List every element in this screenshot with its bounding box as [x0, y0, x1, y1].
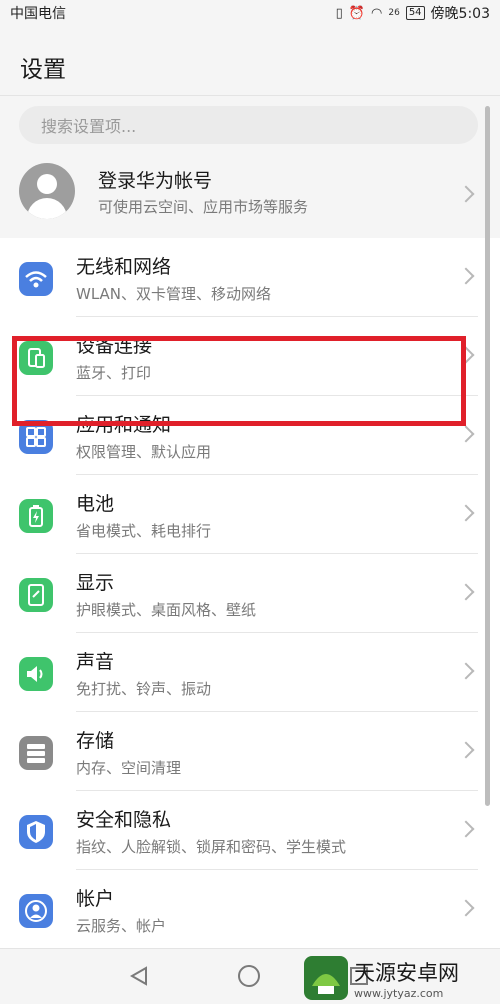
settings-item-sound[interactable]: 声音 免打扰、铃声、振动 — [0, 633, 500, 712]
chevron-right-icon — [457, 185, 475, 203]
wifi-status-icon: ◠ — [371, 5, 383, 21]
apps-icon — [19, 420, 53, 454]
item-title: 安全和隐私 — [76, 809, 172, 831]
display-icon — [19, 578, 53, 612]
account-title: 登录华为帐号 — [98, 170, 213, 192]
watermark-logo-icon — [304, 956, 348, 1000]
avatar — [19, 163, 75, 219]
item-title: 无线和网络 — [76, 256, 172, 278]
chevron-right-icon — [457, 267, 475, 285]
alarm-icon: ⏰ — [348, 5, 366, 21]
item-title: 声音 — [76, 651, 115, 673]
header: 设置 — [0, 26, 500, 96]
settings-item-display[interactable]: 显示 护眼模式、桌面风格、壁纸 — [0, 554, 500, 633]
watermark-title: 天源安卓网 — [354, 960, 459, 985]
watermark-url: www.jytyaz.com — [354, 986, 444, 1000]
item-subtitle: 指纹、人脸解锁、锁屏和密码、学生模式 — [76, 838, 347, 856]
item-title: 电池 — [76, 493, 115, 515]
vibrate-icon: ▯ — [335, 5, 343, 21]
settings-item-device-connection[interactable]: 设备连接 蓝牙、打印 — [0, 317, 500, 396]
item-title: 存储 — [76, 730, 115, 752]
item-subtitle: 蓝牙、打印 — [76, 364, 152, 382]
settings-item-security-privacy[interactable]: 安全和隐私 指纹、人脸解锁、锁屏和密码、学生模式 — [0, 791, 500, 870]
clock: 傍晚5:03 — [430, 6, 490, 22]
chevron-right-icon — [457, 899, 475, 917]
shield-icon — [19, 815, 53, 849]
device-connect-icon — [19, 341, 53, 375]
settings-item-accounts[interactable]: 帐户 云服务、帐户 — [0, 870, 500, 949]
chevron-right-icon — [457, 504, 475, 522]
chevron-right-icon — [457, 583, 475, 601]
chevron-right-icon — [457, 820, 475, 838]
home-button[interactable] — [238, 965, 260, 987]
carrier-label: 中国电信 — [10, 6, 66, 22]
item-title: 显示 — [76, 572, 115, 594]
item-subtitle: 护眼模式、桌面风格、壁纸 — [76, 601, 257, 619]
item-subtitle: WLAN、双卡管理、移动网络 — [76, 285, 272, 303]
settings-list: 无线和网络 WLAN、双卡管理、移动网络 设备连接 蓝牙、打印 应用和通知 权限… — [0, 238, 500, 949]
sound-icon — [19, 657, 53, 691]
chevron-right-icon — [457, 662, 475, 680]
status-icons: ▯ ⏰ ◠ 26 54 傍晚5:03 — [336, 3, 490, 23]
item-subtitle: 省电模式、耗电排行 — [76, 522, 212, 540]
signal-icon: 26 — [388, 8, 400, 18]
settings-item-wireless[interactable]: 无线和网络 WLAN、双卡管理、移动网络 — [0, 238, 500, 317]
settings-item-battery[interactable]: 电池 省电模式、耗电排行 — [0, 475, 500, 554]
item-subtitle: 免打扰、铃声、振动 — [76, 680, 212, 698]
search-input[interactable]: 搜索设置项... — [19, 106, 478, 144]
storage-icon — [19, 736, 53, 770]
settings-item-storage[interactable]: 存储 内存、空间清理 — [0, 712, 500, 791]
item-subtitle: 权限管理、默认应用 — [76, 443, 212, 461]
account-subtitle: 可使用云空间、应用市场等服务 — [98, 198, 309, 216]
settings-item-apps-notifications[interactable]: 应用和通知 权限管理、默认应用 — [0, 396, 500, 475]
scrollbar[interactable] — [485, 106, 490, 806]
item-title: 帐户 — [76, 888, 115, 910]
wifi-icon — [19, 262, 53, 296]
chevron-right-icon — [457, 741, 475, 759]
item-title: 应用和通知 — [76, 414, 172, 436]
item-title: 设备连接 — [76, 335, 153, 357]
battery-icon: 54 — [405, 6, 425, 20]
chevron-right-icon — [457, 346, 475, 364]
item-subtitle: 内存、空间清理 — [76, 759, 182, 777]
search-area: 搜索设置项... — [0, 96, 500, 154]
chevron-right-icon — [457, 425, 475, 443]
back-button[interactable] — [128, 965, 150, 987]
watermark: 天源安卓网 www.jytyaz.com — [304, 952, 500, 1004]
page-title: 设置 — [20, 57, 66, 83]
battery-icon — [19, 499, 53, 533]
account-icon — [19, 894, 53, 928]
status-bar: 中国电信 ▯ ⏰ ◠ 26 54 傍晚5:03 — [0, 0, 500, 26]
settings-content[interactable]: 搜索设置项... 登录华为帐号 可使用云空间、应用市场等服务 无线和网络 WLA… — [0, 96, 500, 949]
item-subtitle: 云服务、帐户 — [76, 917, 167, 935]
account-row[interactable]: 登录华为帐号 可使用云空间、应用市场等服务 — [0, 154, 500, 242]
